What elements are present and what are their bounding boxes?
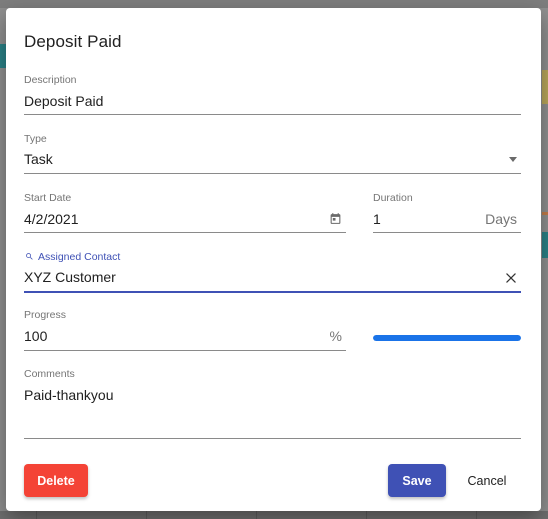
start-date-label: Start Date xyxy=(24,192,72,204)
assigned-contact-underline xyxy=(24,291,521,293)
duration-label: Duration xyxy=(373,192,413,204)
duration-underline xyxy=(373,232,521,233)
description-field[interactable]: Description Deposit Paid xyxy=(24,74,521,116)
progress-unit: % xyxy=(329,328,342,344)
description-label: Description xyxy=(24,74,77,86)
description-input[interactable]: Deposit Paid xyxy=(24,93,103,109)
backdrop-accent-right-yellow xyxy=(542,70,548,104)
assigned-contact-input[interactable]: XYZ Customer xyxy=(24,269,116,285)
backdrop-bottom-grid xyxy=(0,511,548,519)
assigned-contact-label: Assigned Contact xyxy=(38,251,121,263)
progress-underline xyxy=(24,350,346,351)
chevron-down-icon[interactable] xyxy=(509,157,517,162)
progress-bar-fill xyxy=(373,335,521,341)
assigned-contact-field[interactable]: Assigned Contact XYZ Customer xyxy=(24,251,521,294)
edit-task-dialog: Deposit Paid Description Deposit Paid Ty… xyxy=(6,8,541,511)
cancel-button[interactable]: Cancel xyxy=(456,464,518,497)
duration-unit: Days xyxy=(485,211,517,227)
type-label: Type xyxy=(24,133,47,145)
backdrop-top xyxy=(0,0,548,8)
progress-input[interactable]: 100 xyxy=(24,328,47,344)
comments-field[interactable]: Comments Paid-thankyou xyxy=(24,368,521,440)
duration-input[interactable]: 1 xyxy=(373,211,381,227)
backdrop-accent-right-orange xyxy=(542,212,548,215)
delete-button[interactable]: Delete xyxy=(24,464,88,497)
close-icon[interactable] xyxy=(504,271,518,285)
backdrop-accent-right-teal xyxy=(542,232,548,258)
type-selected-value[interactable]: Task xyxy=(24,151,53,167)
comments-underline xyxy=(24,438,521,439)
progress-label: Progress xyxy=(24,309,67,321)
save-button[interactable]: Save xyxy=(388,464,446,497)
description-underline xyxy=(24,114,521,115)
type-underline xyxy=(24,173,521,174)
comments-label: Comments xyxy=(24,368,75,380)
type-select[interactable]: Type Task xyxy=(24,133,521,175)
dialog-title: Deposit Paid xyxy=(24,32,122,51)
comments-textarea[interactable]: Paid-thankyou xyxy=(24,387,114,403)
calendar-icon[interactable] xyxy=(329,212,342,225)
duration-field[interactable]: Duration 1 Days xyxy=(373,192,521,234)
progress-bar xyxy=(373,335,521,341)
start-date-field[interactable]: Start Date 4/2/2021 xyxy=(24,192,346,234)
progress-field[interactable]: Progress 100 % xyxy=(24,309,346,351)
search-icon xyxy=(26,253,33,260)
start-date-input[interactable]: 4/2/2021 xyxy=(24,211,79,227)
start-date-underline xyxy=(24,232,346,233)
